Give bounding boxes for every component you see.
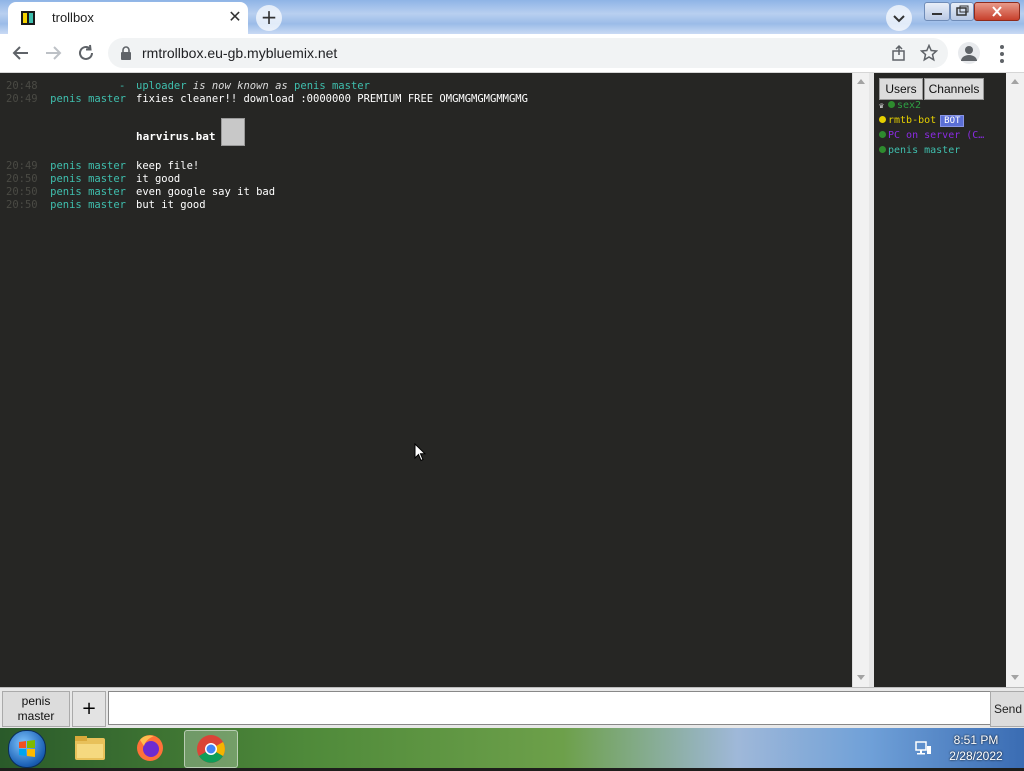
- user-avatar-icon: [961, 46, 977, 61]
- user-name[interactable]: rmtb-bot: [888, 115, 936, 126]
- status-dot-icon: [879, 116, 886, 123]
- taskbar-explorer-button[interactable]: [64, 730, 116, 766]
- chat-message: 20:50 penis master but it good: [0, 199, 852, 212]
- network-icon[interactable]: [914, 740, 932, 756]
- window-restore-button[interactable]: [950, 2, 974, 21]
- window-close-button[interactable]: [974, 2, 1020, 21]
- profile-button[interactable]: [958, 42, 980, 64]
- tab-channels[interactable]: Channels: [924, 78, 984, 100]
- user-name[interactable]: penis master: [888, 145, 960, 156]
- message-nick[interactable]: penis master: [50, 186, 126, 198]
- message-text: but it good: [136, 199, 206, 211]
- user-name[interactable]: PC on server (C…: [888, 130, 984, 141]
- nickname-label: penis master: [17, 694, 55, 723]
- new-username[interactable]: penis master: [294, 80, 370, 92]
- clock-date: 2/28/2022: [949, 749, 1003, 763]
- send-button[interactable]: Send: [990, 691, 1024, 727]
- start-button[interactable]: [8, 730, 46, 768]
- scroll-up-arrow-icon[interactable]: [1011, 79, 1019, 84]
- crown-icon: ♛: [879, 101, 884, 110]
- message-text: keep file!: [136, 160, 200, 172]
- minimize-icon: [932, 13, 942, 15]
- browser-toolbar: rmtrollbox.eu-gb.mybluemix.net: [0, 34, 1024, 73]
- folder-icon: [75, 736, 105, 760]
- message-text: even google say it bad: [136, 186, 276, 198]
- status-dot-icon: [879, 146, 886, 153]
- nickname-button[interactable]: penis master: [2, 691, 70, 727]
- system-message: 20:48 - uploader is now known as penis m…: [0, 80, 852, 93]
- share-icon[interactable]: [890, 44, 908, 62]
- url-text[interactable]: rmtrollbox.eu-gb.mybluemix.net: [142, 45, 337, 61]
- browser-tab[interactable]: trollbox ✕: [8, 2, 248, 34]
- lock-icon[interactable]: [120, 46, 132, 60]
- chat-message: 20:49 penis master keep file!: [0, 160, 852, 173]
- taskbar-chrome-button[interactable]: [184, 730, 238, 768]
- scroll-down-arrow-icon[interactable]: [857, 675, 865, 680]
- chat-log[interactable]: 20:48 - uploader is now known as penis m…: [0, 73, 852, 687]
- chat-scrollbar[interactable]: [852, 73, 870, 687]
- user-list-panel: Users Channels ♛ sex2 rmtb-bot BOT PC on s…: [874, 73, 1006, 687]
- kebab-menu-icon[interactable]: [994, 43, 1010, 65]
- system-clock[interactable]: 8:51 PM 2/28/2022: [942, 732, 1010, 764]
- restore-icon: [956, 5, 969, 16]
- message-time: 20:49: [6, 93, 38, 105]
- taskbar-firefox-button[interactable]: [124, 730, 176, 766]
- firefox-icon: [137, 735, 163, 761]
- message-nick[interactable]: penis master: [50, 173, 126, 185]
- tab-search-button[interactable]: [886, 5, 912, 31]
- clock-time: 8:51 PM: [953, 733, 999, 747]
- back-arrow-icon[interactable]: [10, 42, 32, 64]
- file-icon[interactable]: [221, 118, 245, 146]
- message-time: 20:50: [6, 199, 38, 211]
- status-dot-icon: [888, 101, 895, 108]
- chrome-icon: [197, 735, 225, 763]
- close-icon: [992, 6, 1002, 17]
- windows-taskbar: 8:51 PM 2/28/2022: [0, 728, 1024, 768]
- mouse-cursor-icon: [414, 443, 426, 462]
- trollbox-favicon-icon: [21, 11, 35, 25]
- user-list-item[interactable]: penis master: [879, 145, 960, 158]
- status-dot-icon: [879, 131, 886, 138]
- window-minimize-button[interactable]: [924, 2, 950, 21]
- rename-text: is now known as: [186, 80, 295, 92]
- bot-badge: BOT: [940, 115, 965, 127]
- message-nick[interactable]: penis master: [50, 160, 126, 172]
- forward-arrow-icon[interactable]: [42, 42, 64, 64]
- browser-tab-strip: trollbox ✕ +: [0, 0, 1024, 34]
- system-dash: -: [119, 80, 126, 92]
- chat-message: 20:50 penis master even google say it ba…: [0, 186, 852, 199]
- chat-message: 20:49 penis master fixies cleaner!! down…: [0, 93, 852, 106]
- tab-title: trollbox: [52, 10, 94, 25]
- message-nick[interactable]: penis master: [50, 199, 126, 211]
- user-list-item[interactable]: PC on server (C…: [879, 130, 984, 143]
- new-tab-button[interactable]: +: [256, 5, 282, 31]
- old-username[interactable]: uploader: [136, 80, 187, 92]
- scroll-down-arrow-icon[interactable]: [1011, 675, 1019, 680]
- user-name[interactable]: sex2: [897, 100, 921, 111]
- tab-users[interactable]: Users: [879, 78, 923, 100]
- user-list-item[interactable]: ♛ sex2: [879, 100, 921, 113]
- bookmark-star-icon[interactable]: [920, 44, 938, 62]
- message-text: fixies cleaner!! download :0000000 PREMI…: [136, 93, 528, 105]
- user-list-scrollbar[interactable]: [1006, 73, 1024, 687]
- add-button[interactable]: +: [72, 691, 106, 727]
- system-text: uploader is now known as penis master: [136, 80, 370, 92]
- message-text: it good: [136, 173, 181, 185]
- message-time: 20:50: [6, 173, 38, 185]
- scroll-up-arrow-icon[interactable]: [857, 79, 865, 84]
- address-bar[interactable]: rmtrollbox.eu-gb.mybluemix.net: [108, 38, 948, 68]
- windows-logo-icon: [19, 740, 35, 757]
- tab-close-icon[interactable]: ✕: [226, 8, 244, 26]
- message-time: 20:49: [6, 160, 38, 172]
- message-input-bar: penis master + Send: [0, 687, 1024, 729]
- message-time: 20:50: [6, 186, 38, 198]
- message-time: 20:48: [6, 80, 38, 92]
- reload-icon[interactable]: [75, 42, 97, 64]
- chat-message: 20:50 penis master it good: [0, 173, 852, 186]
- message-nick[interactable]: penis master: [50, 93, 126, 105]
- attachment-filename[interactable]: harvirus.bat: [136, 130, 215, 143]
- user-list-item[interactable]: rmtb-bot BOT: [879, 115, 965, 128]
- chevron-down-icon: [893, 15, 905, 23]
- message-input[interactable]: [108, 691, 994, 725]
